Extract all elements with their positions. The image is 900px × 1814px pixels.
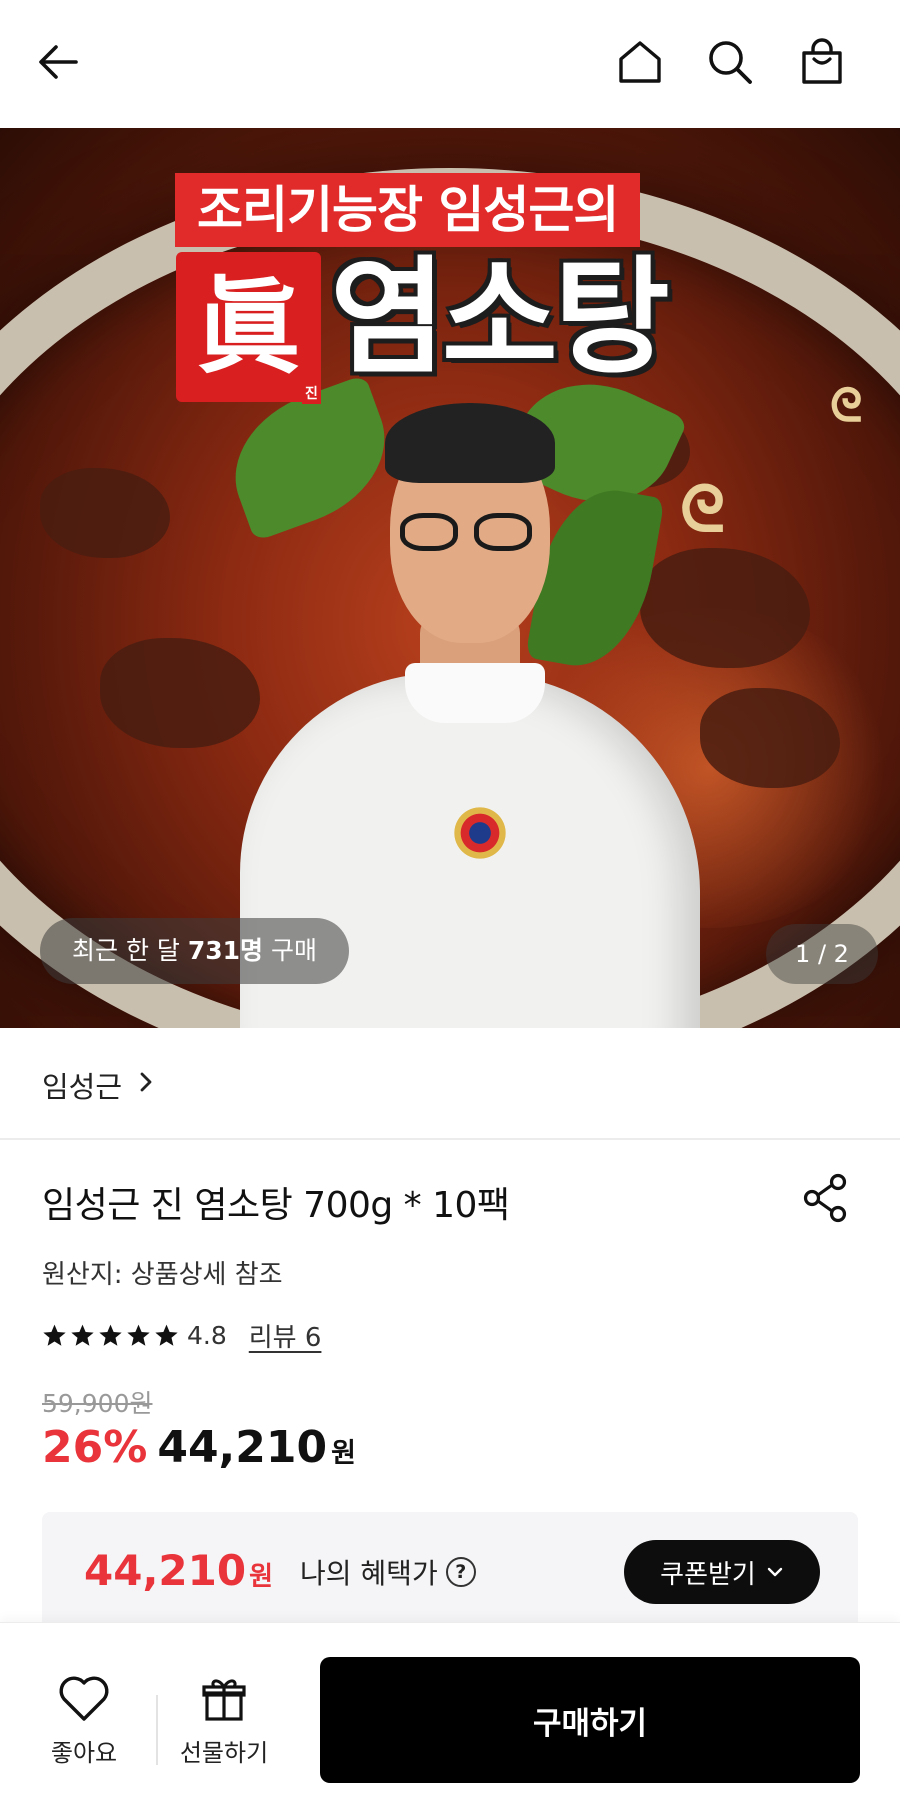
shopping-bag-button[interactable] — [790, 30, 854, 94]
benefit-price: 44,210 원 — [84, 1546, 273, 1595]
image-page-indicator: 1 / 2 — [766, 924, 878, 984]
rating-row: 4.8 리뷰 6 — [42, 1317, 322, 1354]
like-button[interactable]: 좋아요 — [34, 1675, 134, 1768]
recent-purchase-count: 731명 — [187, 936, 264, 965]
banner-title: 염소탕 — [330, 244, 670, 391]
chevron-right-icon — [140, 1072, 152, 1092]
benefit-price-box: 44,210 원 나의 혜택가 ? 쿠폰받기 — [42, 1512, 858, 1632]
original-price: 59,900원 — [42, 1389, 153, 1418]
reviews-link[interactable]: 리뷰 6 — [249, 1317, 322, 1354]
bottom-action-bar: 좋아요 선물하기 구매하기 — [0, 1622, 900, 1814]
banner-jin-logo: 眞 — [176, 252, 321, 402]
buy-button[interactable]: 구매하기 — [320, 1657, 860, 1783]
star-icon — [71, 1324, 94, 1346]
price-row: 26% 44,210 원 — [42, 1422, 356, 1482]
star-icon — [99, 1324, 122, 1346]
brand-link[interactable]: 임성근 — [0, 1028, 900, 1140]
gift-icon — [202, 1679, 246, 1721]
star-rating — [42, 1323, 179, 1348]
discount-rate: 26% — [42, 1422, 148, 1473]
recent-purchase-badge: 최근 한 달 731명 구매 — [40, 918, 349, 984]
help-icon[interactable]: ? — [445, 1557, 476, 1587]
star-icon — [43, 1324, 66, 1346]
brand-name: 임성근 — [42, 1070, 123, 1104]
shopping-bag-icon — [802, 38, 842, 84]
benefit-label: 나의 혜택가 ? — [300, 1552, 476, 1592]
heart-icon — [59, 1676, 109, 1721]
origin-info: 원산지: 상품상세 참조 — [42, 1260, 283, 1290]
gift-button[interactable]: 선물하기 — [168, 1675, 280, 1768]
like-label: 좋아요 — [50, 1739, 118, 1767]
back-button[interactable] — [26, 30, 90, 94]
gift-label: 선물하기 — [179, 1739, 269, 1767]
sale-price-currency: 원 — [331, 1438, 356, 1469]
divider — [156, 1695, 158, 1765]
chevron-down-icon — [767, 1567, 783, 1577]
chef-emblem-icon — [450, 803, 510, 863]
product-title: 임성근 진 염소탕 700g * 10팩 — [42, 1185, 510, 1226]
star-icon — [155, 1324, 178, 1346]
rating-score: 4.8 — [187, 1320, 227, 1350]
sale-price: 44,210 — [157, 1422, 328, 1473]
home-icon — [619, 41, 661, 83]
arrow-left-icon — [39, 45, 78, 79]
product-image-carousel[interactable]: ᘓ ᘓ 조리기능장 임성근의 眞 진 염소탕 최근 한 달 731명 구매 1 … — [0, 128, 900, 1028]
search-button[interactable] — [698, 30, 762, 94]
share-icon — [803, 1173, 847, 1223]
top-navigation-bar — [0, 0, 900, 128]
star-icon — [127, 1324, 150, 1346]
share-button[interactable] — [800, 1172, 852, 1224]
home-button[interactable] — [608, 30, 672, 94]
search-icon — [709, 41, 752, 84]
decorative-cloud-icon: ᘓ — [830, 378, 863, 432]
get-coupon-button[interactable]: 쿠폰받기 — [624, 1540, 820, 1604]
